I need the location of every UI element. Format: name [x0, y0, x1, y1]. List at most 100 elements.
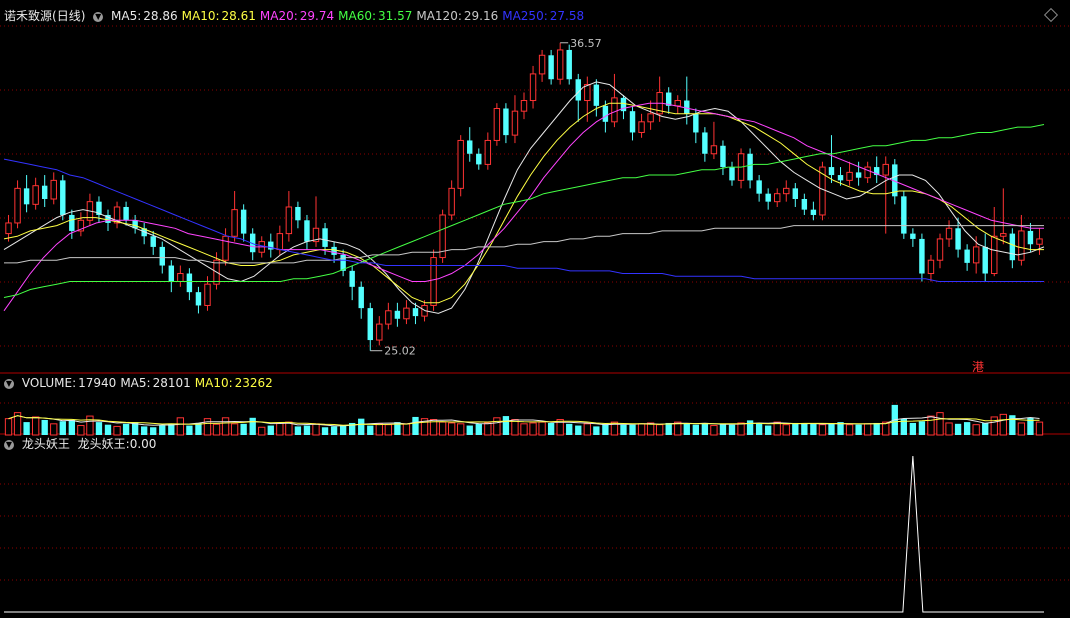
- candle-body-down: [41, 185, 48, 199]
- volume-bar-down: [801, 423, 808, 435]
- candle-body-up: [493, 108, 501, 141]
- candle-body-down: [837, 175, 844, 181]
- candle-body-down: [394, 310, 401, 319]
- volume-bar-down: [855, 424, 862, 435]
- volume-bar-up: [818, 424, 827, 436]
- candle-body-down: [593, 84, 600, 106]
- volume-bar-up: [655, 424, 664, 436]
- candle-body-up: [991, 235, 998, 275]
- max-price-label: 36.57: [570, 37, 602, 50]
- candle-body-up: [204, 283, 211, 306]
- volume-bar-down: [755, 422, 763, 435]
- candle-body-up: [936, 238, 944, 261]
- candle-body-down: [331, 246, 337, 255]
- volume-bar-up: [230, 423, 239, 436]
- volume-bar-down: [701, 422, 709, 435]
- volume-bar-up: [936, 412, 944, 436]
- candle-body-up: [927, 259, 935, 275]
- candle-body-down: [964, 249, 970, 263]
- volume-bar-up: [4, 418, 13, 436]
- volume-bar-down: [195, 422, 202, 435]
- volume-bar-up: [276, 422, 284, 436]
- candle-body-up: [1036, 238, 1043, 245]
- volume-bar-down: [240, 423, 247, 435]
- candle-body-down: [729, 167, 735, 181]
- candle-body-up: [945, 227, 953, 240]
- candle-body-down: [412, 308, 419, 317]
- volume-bar-down: [954, 423, 962, 435]
- volume-bar-up: [972, 424, 980, 436]
- candle-body-down: [629, 111, 636, 133]
- volume-bar-up: [258, 426, 266, 436]
- volume-bar-down: [665, 422, 672, 435]
- candle-body-up: [710, 145, 718, 155]
- candle-body-up: [231, 209, 238, 237]
- volume-bar-down: [367, 425, 374, 435]
- candle-body-up: [846, 171, 853, 181]
- candle-body-up: [529, 73, 537, 102]
- volume-bar-down: [41, 419, 48, 435]
- volume-bar-up: [999, 413, 1007, 436]
- candle-body-down: [548, 55, 554, 80]
- candle-body-up: [647, 113, 654, 123]
- volume-bar-down: [683, 423, 690, 435]
- candle-body-down: [1027, 230, 1034, 245]
- candle-body-down: [367, 308, 373, 341]
- volume-bar-down: [141, 426, 148, 435]
- volume-bar-down: [339, 425, 347, 435]
- candle-body-down: [855, 172, 862, 178]
- volume-bar-up: [77, 425, 85, 436]
- volume-bar-up: [484, 422, 492, 436]
- volume-bar-down: [1009, 415, 1016, 435]
- volume-bar-down: [909, 422, 917, 435]
- candle-body-down: [747, 153, 753, 181]
- volume-bar-down: [95, 422, 103, 435]
- hk-badge: 港: [972, 360, 985, 374]
- candle-body-up: [222, 235, 229, 261]
- candle-body-up: [32, 185, 39, 205]
- candlestick-chart[interactable]: 36.57 25.02: [0, 0, 1070, 618]
- candle-body-up: [403, 307, 410, 320]
- volume-bar-down: [59, 421, 66, 435]
- volume-bar-up: [113, 425, 121, 436]
- candle-body-down: [901, 196, 907, 234]
- candle-body-up: [484, 139, 492, 165]
- candle-body-down: [150, 236, 156, 247]
- volume-bar-up: [176, 417, 185, 436]
- candle-body-up: [1000, 233, 1007, 237]
- candle-body-up: [385, 310, 392, 325]
- min-price-label: 25.02: [384, 345, 416, 358]
- candle-body-down: [322, 228, 328, 247]
- candle-body-down: [684, 100, 690, 114]
- volume-bar-up: [438, 421, 447, 436]
- candle-body-up: [584, 84, 591, 102]
- volume-bar-down: [728, 424, 736, 435]
- volume-bar-up: [50, 423, 58, 436]
- candle-body-down: [756, 180, 762, 194]
- volume-bar-up: [1035, 421, 1044, 436]
- volume-bar-up: [863, 423, 872, 436]
- candle-body-down: [1009, 233, 1016, 261]
- volume-bar-down: [692, 424, 699, 435]
- volume-bar-up: [529, 422, 537, 436]
- volume-bar-up: [637, 423, 646, 436]
- candle-body-down: [240, 209, 247, 234]
- volume-bar-down: [746, 420, 754, 435]
- volume-bar-down: [68, 419, 75, 435]
- volume-bar-up: [990, 416, 998, 436]
- volume-bar-up: [710, 425, 718, 436]
- candle-body-up: [430, 257, 437, 306]
- candle-body-up: [556, 49, 564, 80]
- candle-body-down: [123, 206, 129, 221]
- volume-bar-down: [23, 422, 30, 435]
- candle-body-down: [765, 193, 771, 202]
- candle-body-down: [982, 246, 988, 274]
- volume-bar-down: [186, 425, 193, 435]
- volume-bar-down: [330, 426, 338, 435]
- candle-body-up: [457, 139, 464, 189]
- candle-body-up: [1018, 230, 1025, 261]
- candle-body-up: [674, 100, 681, 107]
- volume-bar-up: [31, 416, 40, 436]
- volume-bar-down: [792, 422, 799, 435]
- candle-body-down: [828, 167, 835, 176]
